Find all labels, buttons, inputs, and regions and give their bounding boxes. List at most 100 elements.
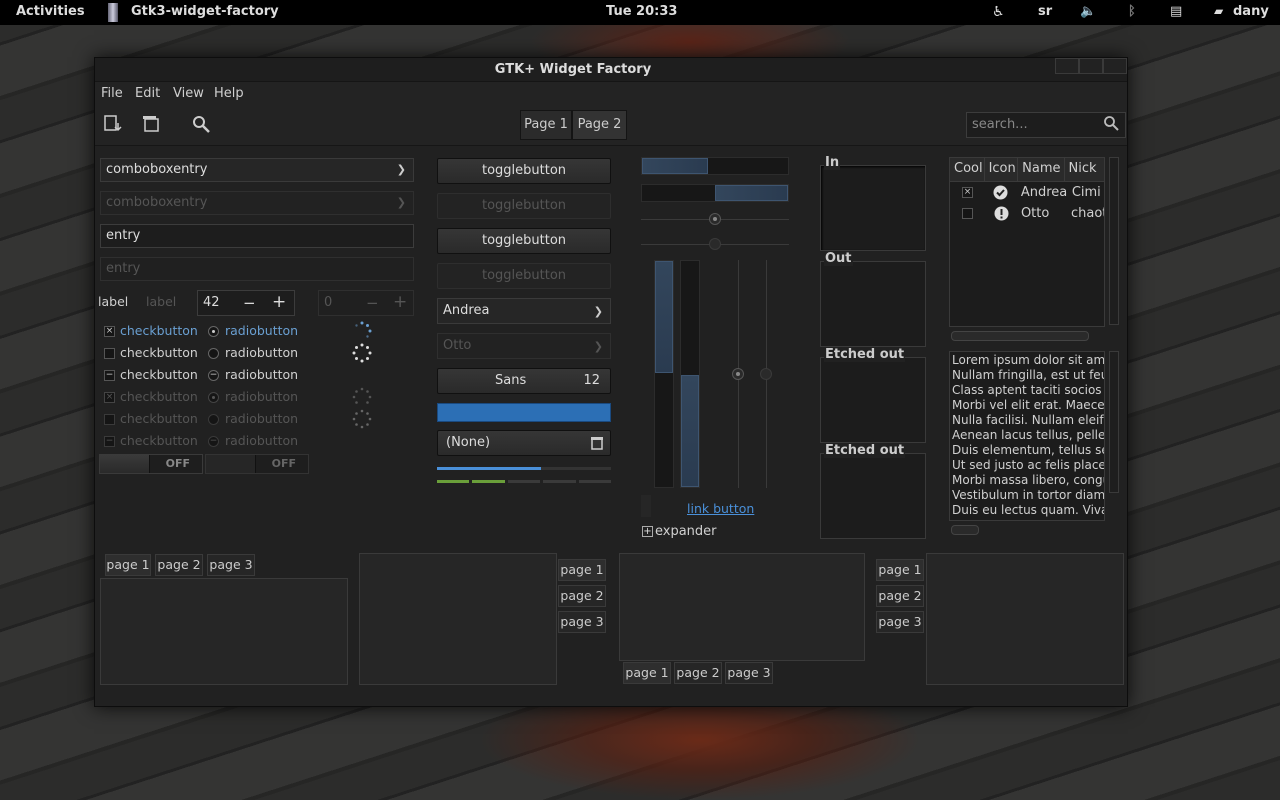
checkbutton-label[interactable]: checkbutton	[120, 367, 198, 382]
notebook-tab-page-3[interactable]: page 3	[725, 662, 773, 684]
accessibility-icon[interactable]: ♿	[992, 4, 1005, 20]
checkbutton-label[interactable]: checkbutton	[120, 345, 198, 360]
table-row[interactable]: Otto chaot	[950, 203, 1104, 224]
clipboard-icon[interactable]: ▤	[1170, 4, 1182, 19]
column-cool[interactable]: Cool	[950, 158, 985, 181]
find-icon[interactable]	[190, 114, 212, 136]
switch-off[interactable]: OFF	[99, 454, 203, 474]
radiobutton-label[interactable]: radiobutton	[225, 323, 298, 338]
text-hscrollbar[interactable]	[951, 525, 979, 535]
tree-view[interactable]: Cool Icon Name Nick × Andrea Cimi Otto c…	[949, 157, 1105, 327]
radiobutton-label[interactable]: radiobutton	[225, 367, 298, 382]
checkbutton-label[interactable]: checkbutton	[120, 323, 198, 338]
togglebutton[interactable]: togglebutton	[437, 158, 611, 184]
checkbox-checked[interactable]: ×	[104, 326, 115, 337]
level-bar	[437, 480, 612, 483]
menu-file[interactable]: File	[101, 86, 123, 101]
switch-knob[interactable]	[100, 455, 150, 473]
titlebar[interactable]: GTK+ Widget Factory	[95, 58, 1127, 82]
bluetooth-icon[interactable]: ᛒ	[1128, 4, 1136, 19]
file-chooser-text: (None)	[446, 435, 491, 450]
togglebutton-active[interactable]: togglebutton	[437, 228, 611, 254]
label-disabled: label	[146, 294, 177, 309]
radio-unselected-disabled	[208, 414, 219, 425]
radio-inconsistent-disabled: −	[208, 436, 219, 447]
checkbutton-label: checkbutton	[120, 411, 198, 426]
entry[interactable]: entry	[100, 224, 414, 248]
notebook-tab-page-2[interactable]: page 2	[674, 662, 722, 684]
label: label	[98, 294, 129, 309]
keyboard-layout[interactable]: sr	[1038, 4, 1052, 19]
notebook-tab-page-1[interactable]: page 1	[105, 554, 151, 576]
plus-icon[interactable]: +	[272, 290, 286, 314]
comboboxentry[interactable]: comboboxentry ❯	[100, 158, 414, 182]
file-chooser-button[interactable]: (None)	[437, 430, 611, 456]
notebook-tab-page-2[interactable]: page 2	[558, 585, 606, 607]
vscale-thumb[interactable]	[732, 368, 744, 380]
checkbutton-label: checkbutton	[120, 389, 198, 404]
row-cool-checkbox[interactable]	[962, 208, 973, 219]
activities-button[interactable]: Activities	[16, 4, 85, 19]
checkbox-inconsistent[interactable]: −	[104, 370, 115, 381]
frame-etched-out-title: Etched out	[824, 347, 906, 362]
frame-out-title: Out	[824, 251, 853, 266]
menu-edit[interactable]: Edit	[135, 86, 160, 101]
combobox-andrea[interactable]: Andrea ❯	[437, 298, 611, 324]
notebook-tab-page-3[interactable]: page 3	[558, 611, 606, 633]
spinner-icon	[351, 408, 373, 430]
notebook-page	[100, 578, 348, 685]
togglebutton-active-disabled: togglebutton	[437, 263, 611, 289]
expander-label[interactable]: expander	[655, 524, 717, 539]
column-icon[interactable]: Icon	[985, 158, 1019, 181]
copy-icon[interactable]	[140, 114, 162, 136]
radio-selected[interactable]	[208, 326, 219, 337]
level-segment	[472, 480, 505, 483]
link-button[interactable]: link button	[687, 501, 754, 516]
text-vscrollbar[interactable]	[1109, 351, 1119, 493]
tab-page-2[interactable]: Page 2	[572, 110, 627, 140]
expander-plus-icon[interactable]: +	[642, 526, 653, 537]
app-menu[interactable]: Gtk3-widget-factory	[131, 4, 279, 19]
notebook-tab-page-2[interactable]: page 2	[876, 585, 924, 607]
volume-icon[interactable]: 🔈	[1080, 4, 1096, 19]
close-button[interactable]	[1103, 58, 1127, 74]
checkbox-unchecked[interactable]	[104, 348, 115, 359]
minus-icon[interactable]: −	[243, 291, 256, 315]
minus-icon: −	[366, 294, 379, 312]
minimize-button[interactable]	[1055, 58, 1079, 74]
notebook-tab-page-2[interactable]: page 2	[155, 554, 203, 576]
tree-hscrollbar[interactable]	[951, 331, 1089, 341]
notebook-tab-page-3[interactable]: page 3	[876, 611, 924, 633]
maximize-button[interactable]	[1079, 58, 1103, 74]
checkbox-unchecked-disabled	[104, 414, 115, 425]
menu-view[interactable]: View	[173, 86, 204, 101]
open-icon[interactable]	[102, 114, 124, 136]
clock[interactable]: Tue 20:33	[606, 4, 677, 19]
spinbutton[interactable]: 42 − +	[197, 290, 295, 316]
column-name[interactable]: Name	[1018, 158, 1065, 181]
tab-page-1[interactable]: Page 1	[520, 110, 572, 140]
notebook-page	[619, 553, 865, 661]
checkbox-inconsistent-disabled: −	[104, 436, 115, 447]
chat-icon[interactable]: ▰	[1214, 4, 1223, 18]
menu-help[interactable]: Help	[214, 86, 244, 101]
notebook-tab-page-1[interactable]: page 1	[876, 559, 924, 581]
row-cool-checkbox[interactable]: ×	[962, 187, 973, 198]
radio-unselected[interactable]	[208, 348, 219, 359]
hscale-thumb[interactable]	[709, 213, 721, 225]
user-menu[interactable]: dany	[1233, 4, 1269, 19]
level-segment	[578, 480, 612, 483]
search-input[interactable]: search...	[966, 112, 1126, 138]
tree-vscrollbar[interactable]	[1109, 157, 1119, 325]
column-nick[interactable]: Nick	[1065, 158, 1104, 181]
text-view[interactable]: Lorem ipsum dolor sit am Nullam fringill…	[949, 351, 1105, 521]
notebook-tab-page-1[interactable]: page 1	[558, 559, 606, 581]
radio-inconsistent[interactable]: −	[208, 370, 219, 381]
radiobutton-label[interactable]: radiobutton	[225, 345, 298, 360]
color-button[interactable]	[437, 403, 611, 422]
font-button[interactable]: Sans 12	[437, 368, 611, 394]
notebook-tab-page-3[interactable]: page 3	[207, 554, 255, 576]
table-row[interactable]: × Andrea Cimi	[950, 182, 1104, 203]
search-icon	[1103, 115, 1119, 140]
notebook-tab-page-1[interactable]: page 1	[623, 662, 671, 684]
